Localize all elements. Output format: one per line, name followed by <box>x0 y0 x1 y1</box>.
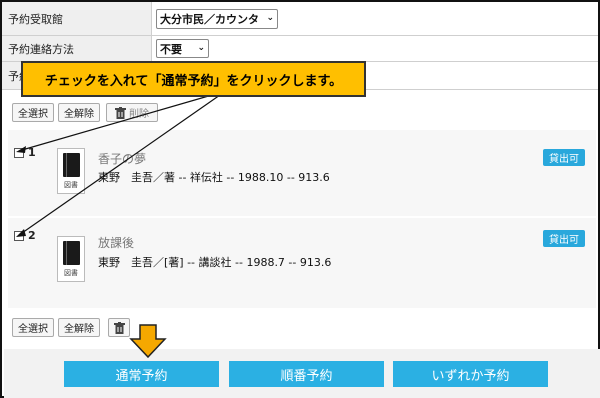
contact-method-label: 予約連絡方法 <box>2 36 152 61</box>
item-2-checkbox[interactable] <box>14 231 24 241</box>
pickup-library-select[interactable]: 大分市民／カウンタ ⌄ <box>156 9 278 29</box>
item-1-title[interactable]: 香子の夢 <box>98 150 146 167</box>
sequential-reservation-button[interactable]: 順番予約 <box>229 361 384 387</box>
delete-label: 削除 <box>129 109 149 120</box>
normal-reservation-button[interactable]: 通常予約 <box>64 361 219 387</box>
item-1-meta: 東野 圭吾／著 -- 祥伝社 -- 1988.10 -- 913.6 <box>98 171 330 184</box>
item-2-type: 図書 <box>64 269 78 277</box>
item-1-type: 図書 <box>64 181 78 189</box>
chevron-down-icon: ⌄ <box>266 13 274 23</box>
contact-method-select[interactable]: 不要 ⌄ <box>156 39 209 58</box>
delete-button[interactable]: 削除 <box>106 103 158 122</box>
select-all-button[interactable]: 全選択 <box>12 318 54 337</box>
form-row-contact-method: 予約連絡方法 不要 ⌄ <box>2 36 598 62</box>
book-icon: 図書 <box>57 148 85 194</box>
either-reservation-button[interactable]: いずれか予約 <box>393 361 548 387</box>
item-1-checkbox[interactable] <box>14 148 24 158</box>
item-1-status-badge: 貸出可 <box>543 149 585 166</box>
item-2-title[interactable]: 放課後 <box>98 234 134 251</box>
trash-icon <box>113 321 125 334</box>
item-2-meta: 東野 圭吾／[著] -- 講談社 -- 1988.7 -- 913.6 <box>98 256 332 269</box>
contact-method-value: 不要 <box>160 42 182 56</box>
trash-icon <box>115 106 126 119</box>
item-2-number: 2 <box>28 229 36 242</box>
delete-icon-button[interactable] <box>108 318 130 337</box>
instruction-callout-text: チェックを入れて「通常予約」をクリックします。 <box>44 73 343 89</box>
pickup-library-value: 大分市民／カウンタ <box>160 13 259 26</box>
pickup-library-label: 予約受取館 <box>2 2 152 35</box>
instruction-callout: チェックを入れて「通常予約」をクリックします。 <box>21 61 366 97</box>
form-row-pickup-library: 予約受取館 大分市民／カウンタ ⌄ <box>2 2 598 36</box>
chevron-down-icon: ⌄ <box>197 43 205 53</box>
book-icon: 図書 <box>57 236 85 282</box>
item-2-status-badge: 貸出可 <box>543 230 585 247</box>
deselect-all-button[interactable]: 全解除 <box>58 103 100 122</box>
select-all-button[interactable]: 全選択 <box>12 103 54 122</box>
page-frame: 予約受取館 大分市民／カウンタ ⌄ 予約連絡方法 不要 ⌄ 予約 全選択 全解除… <box>0 0 600 398</box>
down-arrow-icon <box>129 324 167 358</box>
deselect-all-button[interactable]: 全解除 <box>58 318 100 337</box>
item-1-number: 1 <box>28 146 36 159</box>
